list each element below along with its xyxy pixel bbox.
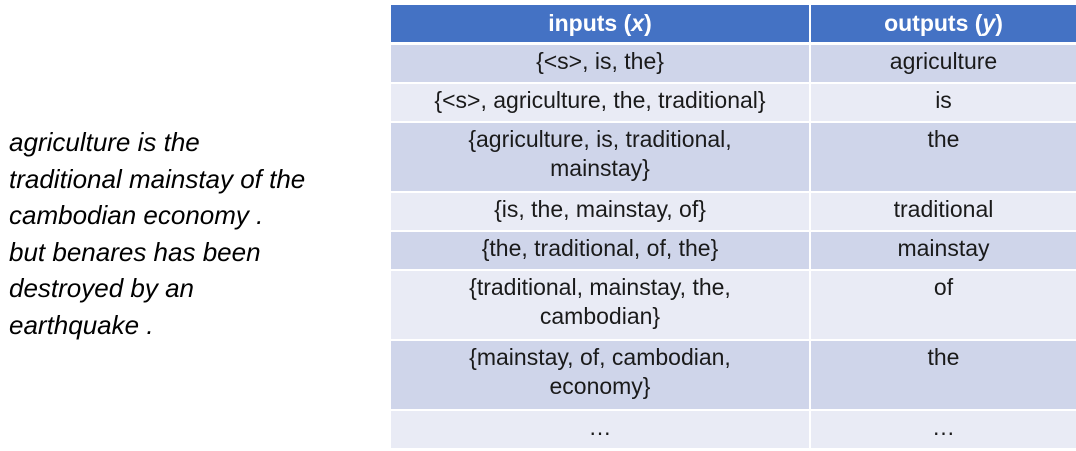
input-line: {agriculture, is, traditional, [468, 126, 732, 152]
sentence-line: earthquake . [9, 309, 154, 340]
table-row: {<s>, is, the} agriculture [391, 43, 1076, 84]
header-outputs-word: outputs [884, 10, 969, 36]
output-cell: … [810, 410, 1076, 448]
table-header-row: inputs (x) outputs (y) [391, 5, 1076, 45]
sentence-line: cambodian economy . [9, 200, 264, 230]
output-cell: the [810, 122, 1076, 193]
input-line: {mainstay, of, cambodian, [469, 344, 731, 370]
output-cell: agriculture [810, 43, 1076, 84]
header-outputs: outputs (y) [810, 5, 1076, 45]
table-row: … … [391, 410, 1076, 448]
header-outputs-var: y [982, 10, 996, 36]
output-cell: is [810, 83, 1076, 123]
table-row: {<s>, agriculture, the, traditional} is [391, 83, 1076, 123]
sentence-line: destroyed by an [9, 273, 195, 303]
input-cell: {agriculture, is, traditional, mainstay} [391, 122, 811, 193]
sentence-line: but benares has been [9, 236, 261, 267]
example-sentence: agriculture is the traditional mainstay … [9, 124, 379, 343]
input-cell: {<s>, agriculture, the, traditional} [391, 83, 811, 123]
input-line: cambodian} [539, 303, 661, 329]
input-cell: {<s>, is, the} [391, 43, 811, 84]
input-line: economy} [549, 373, 651, 399]
header-inputs: inputs (x) [391, 5, 811, 45]
output-cell: the [810, 340, 1076, 411]
input-cell: … [391, 410, 811, 448]
input-line: mainstay} [550, 155, 650, 181]
input-cell: {is, the, mainstay, of} [391, 192, 811, 232]
context-target-table: inputs (x) outputs (y) {<s>, is, the} ag… [391, 5, 1076, 448]
table-row: {agriculture, is, traditional, mainstay} … [391, 122, 1076, 193]
sentence-line: traditional mainstay of the [9, 163, 306, 194]
header-inputs-word: inputs [548, 10, 618, 36]
input-line: {traditional, mainstay, the, [469, 274, 731, 300]
table-row: {the, traditional, of, the} mainstay [391, 231, 1076, 271]
sentence-line: agriculture is the [9, 127, 200, 157]
output-cell: traditional [810, 192, 1076, 232]
output-cell: mainstay [810, 231, 1076, 271]
input-cell: {the, traditional, of, the} [391, 231, 811, 271]
input-cell: {mainstay, of, cambodian, economy} [391, 340, 811, 411]
table-row: {is, the, mainstay, of} traditional [391, 192, 1076, 232]
input-cell: {traditional, mainstay, the, cambodian} [391, 270, 811, 341]
header-inputs-var: x [631, 10, 645, 36]
table-row: {mainstay, of, cambodian, economy} the [391, 340, 1076, 411]
output-cell: of [810, 270, 1076, 341]
table-row: {traditional, mainstay, the, cambodian} o… [391, 270, 1076, 341]
